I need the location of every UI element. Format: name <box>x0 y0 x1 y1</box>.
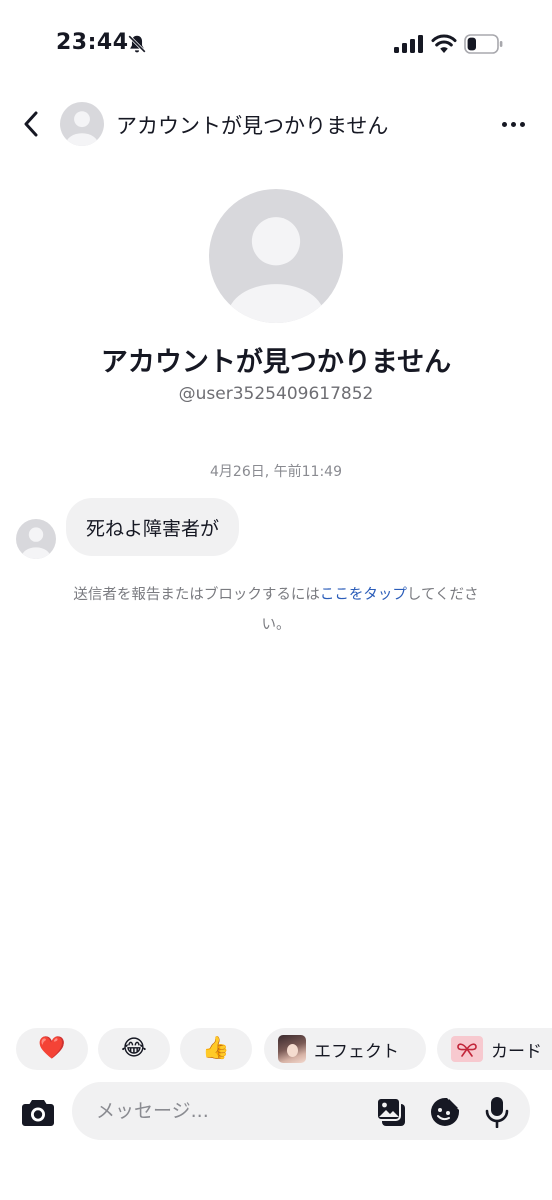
default-avatar-icon <box>209 189 343 323</box>
gallery-button[interactable] <box>374 1095 408 1129</box>
signal-icon <box>394 35 423 53</box>
message-composer <box>72 1082 530 1140</box>
message-bubble[interactable]: 死ねよ障害者が <box>66 498 240 556</box>
voice-button[interactable] <box>482 1095 512 1129</box>
default-avatar-icon <box>60 102 104 146</box>
effect-label: エフェクト <box>314 1041 399 1062</box>
reaction-laugh-button[interactable]: 😂 <box>98 1028 170 1070</box>
sticker-icon <box>431 1098 459 1126</box>
more-options-button[interactable] <box>494 108 532 140</box>
camera-icon <box>22 1100 54 1126</box>
heart-icon: ❤️ <box>38 1036 66 1061</box>
status-bar: 23:44 <box>0 0 552 90</box>
quick-reaction-bar: ❤️ 😂 👍 エフェクト カード <box>16 1028 552 1070</box>
laughing-face-icon: 😂 <box>121 1036 147 1061</box>
thumbs-up-icon: 👍 <box>202 1036 230 1061</box>
report-notice-prefix: 送信者を報告またはブロックするには <box>73 587 320 603</box>
camera-button[interactable] <box>20 1094 56 1130</box>
message-timestamp: 4月26日, 午前11:49 <box>210 464 342 480</box>
header-title[interactable]: アカウントが見つかりません <box>116 110 388 140</box>
message-input[interactable] <box>96 1082 366 1140</box>
chevron-left-icon <box>24 111 38 137</box>
effect-thumbnail <box>278 1035 306 1063</box>
profile-avatar[interactable] <box>209 189 343 323</box>
reaction-heart-button[interactable]: ❤️ <box>16 1028 88 1070</box>
more-icon-dot <box>501 121 507 127</box>
chat-header: アカウントが見つかりません <box>0 96 552 152</box>
more-icon-dot <box>510 121 516 127</box>
microphone-icon <box>485 1097 509 1128</box>
bell-slash-icon <box>128 35 146 53</box>
back-button[interactable] <box>16 106 48 142</box>
sender-avatar[interactable] <box>16 519 56 559</box>
status-time: 23:44 <box>56 30 129 55</box>
header-avatar[interactable] <box>60 102 104 146</box>
more-icon-dot <box>519 121 525 127</box>
reaction-thumbs-up-button[interactable]: 👍 <box>180 1028 252 1070</box>
report-link[interactable]: ここをタップ <box>320 587 407 603</box>
profile-handle: @user3525409617852 <box>178 384 374 404</box>
sticker-button[interactable] <box>428 1095 462 1129</box>
profile-name: アカウントが見つかりません <box>100 347 452 378</box>
battery-icon <box>464 34 503 54</box>
gallery-icon <box>376 1097 405 1126</box>
card-button[interactable]: カード <box>437 1028 552 1070</box>
card-label: カード <box>491 1041 542 1062</box>
ribbon-icon <box>451 1036 483 1062</box>
wifi-icon <box>431 34 457 53</box>
default-avatar-icon <box>16 519 56 559</box>
report-notice: 送信者を報告またはブロックするにはここをタップしてください。 <box>60 580 492 640</box>
effect-button[interactable]: エフェクト <box>264 1028 426 1070</box>
